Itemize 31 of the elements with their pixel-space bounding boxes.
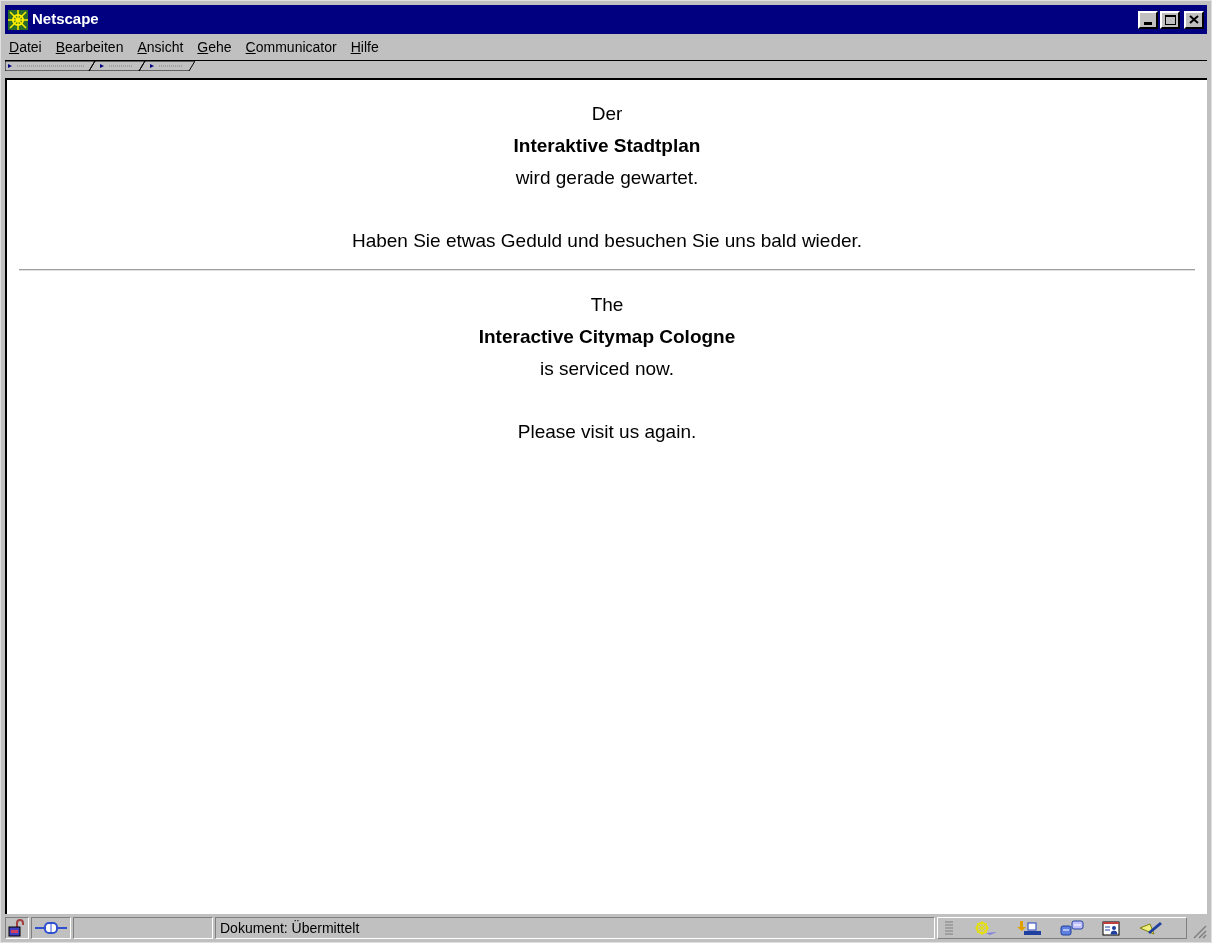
menu-item[interactable]: Hilfe	[350, 36, 379, 58]
maximize-icon	[1164, 14, 1176, 25]
text-line: Der	[591, 102, 623, 126]
menu-item[interactable]: Ansicht	[137, 36, 184, 58]
menu-item[interactable]: Communicator	[245, 36, 337, 58]
status-text: Dokument: Übermittelt	[215, 917, 935, 939]
heading-text: Interaktive Stadtplan	[513, 134, 701, 158]
text-line: wird gerade gewartet.	[515, 166, 699, 190]
menu-item[interactable]: Gehe	[197, 36, 232, 58]
text-line: is serviced now.	[539, 357, 675, 381]
paragraph-text: Please visit us again.	[517, 420, 697, 444]
menu-item[interactable]: Datei	[9, 36, 42, 58]
security-status[interactable]	[5, 917, 29, 939]
minimize-icon	[1144, 21, 1152, 25]
text-line: The	[590, 293, 624, 317]
netscape-logo-icon	[8, 9, 28, 30]
heading-text: Interactive Citymap Cologne	[478, 325, 736, 349]
open-padlock-icon	[8, 919, 26, 937]
maximize-button[interactable]	[1160, 10, 1180, 29]
address-card-icon[interactable]	[1102, 920, 1120, 936]
inbox-icon[interactable]	[1016, 920, 1042, 936]
close-button[interactable]	[1184, 10, 1204, 29]
pen-and-paper-icon[interactable]	[1138, 920, 1164, 936]
minimize-button[interactable]	[1138, 10, 1158, 29]
paragraph-text: Haben Sie etwas Geduld und besuchen Sie uns bald wieder.	[351, 229, 863, 253]
close-icon	[1189, 15, 1199, 24]
chat-bubbles-icon[interactable]	[1060, 920, 1084, 936]
menu-item[interactable]: Bearbeiten	[55, 36, 124, 58]
grip-icon[interactable]	[944, 920, 954, 936]
collapsed-toolbar-tabs[interactable]	[5, 61, 195, 71]
window-title: Netscape	[32, 9, 100, 30]
